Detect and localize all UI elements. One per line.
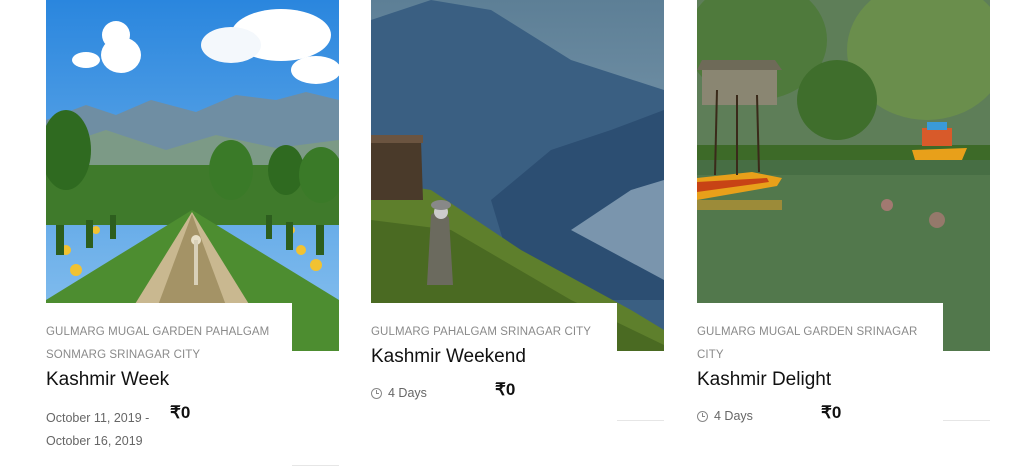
tour-duration: 4 Days	[697, 409, 753, 423]
duration-label: 4 Days	[388, 386, 427, 400]
clock-icon	[371, 387, 382, 399]
tour-meta: October 11, 2019 - October 16, 2019 ₹0	[46, 403, 292, 461]
tour-image-garden[interactable]	[46, 0, 339, 351]
tour-price: ₹0	[821, 403, 842, 422]
tour-image-valley[interactable]	[371, 0, 664, 351]
card-info: GULMARG MUGAL GARDEN SRINAGAR CITY Kashm…	[697, 303, 943, 445]
clock-icon	[697, 410, 708, 422]
location-tags: GULMARG MUGAL GARDEN PAHALGAM SONMARG SR…	[46, 326, 270, 361]
garden-mountains-image	[46, 0, 339, 351]
location-tags: GULMARG MUGAL GARDEN SRINAGAR CITY	[697, 326, 918, 361]
tour-price: ₹0	[170, 403, 191, 422]
location-tags: GULMARG PAHALGAM SRINAGAR CITY	[371, 326, 592, 338]
tour-title[interactable]: Kashmir Week	[46, 367, 292, 393]
tour-title[interactable]: Kashmir Delight	[697, 367, 943, 393]
tour-meta: 4 Days ₹0	[371, 380, 617, 422]
card-divider	[617, 420, 664, 421]
tour-duration: 4 Days	[371, 386, 427, 400]
tour-price: ₹0	[495, 380, 516, 399]
valley-hiker-image	[371, 0, 664, 351]
tour-dates: October 11, 2019 - October 16, 2019	[46, 411, 150, 448]
card-divider	[292, 465, 339, 466]
lake-shikara-image	[697, 0, 990, 351]
tour-title[interactable]: Kashmir Weekend	[371, 344, 617, 370]
card-info: GULMARG MUGAL GARDEN PAHALGAM SONMARG SR…	[46, 303, 292, 461]
card-info: GULMARG PAHALGAM SRINAGAR CITY Kashmir W…	[371, 303, 617, 422]
duration-label: 4 Days	[714, 409, 753, 423]
tour-meta: 4 Days ₹0	[697, 403, 943, 445]
tour-image-lake[interactable]	[697, 0, 990, 351]
card-divider	[943, 420, 990, 421]
